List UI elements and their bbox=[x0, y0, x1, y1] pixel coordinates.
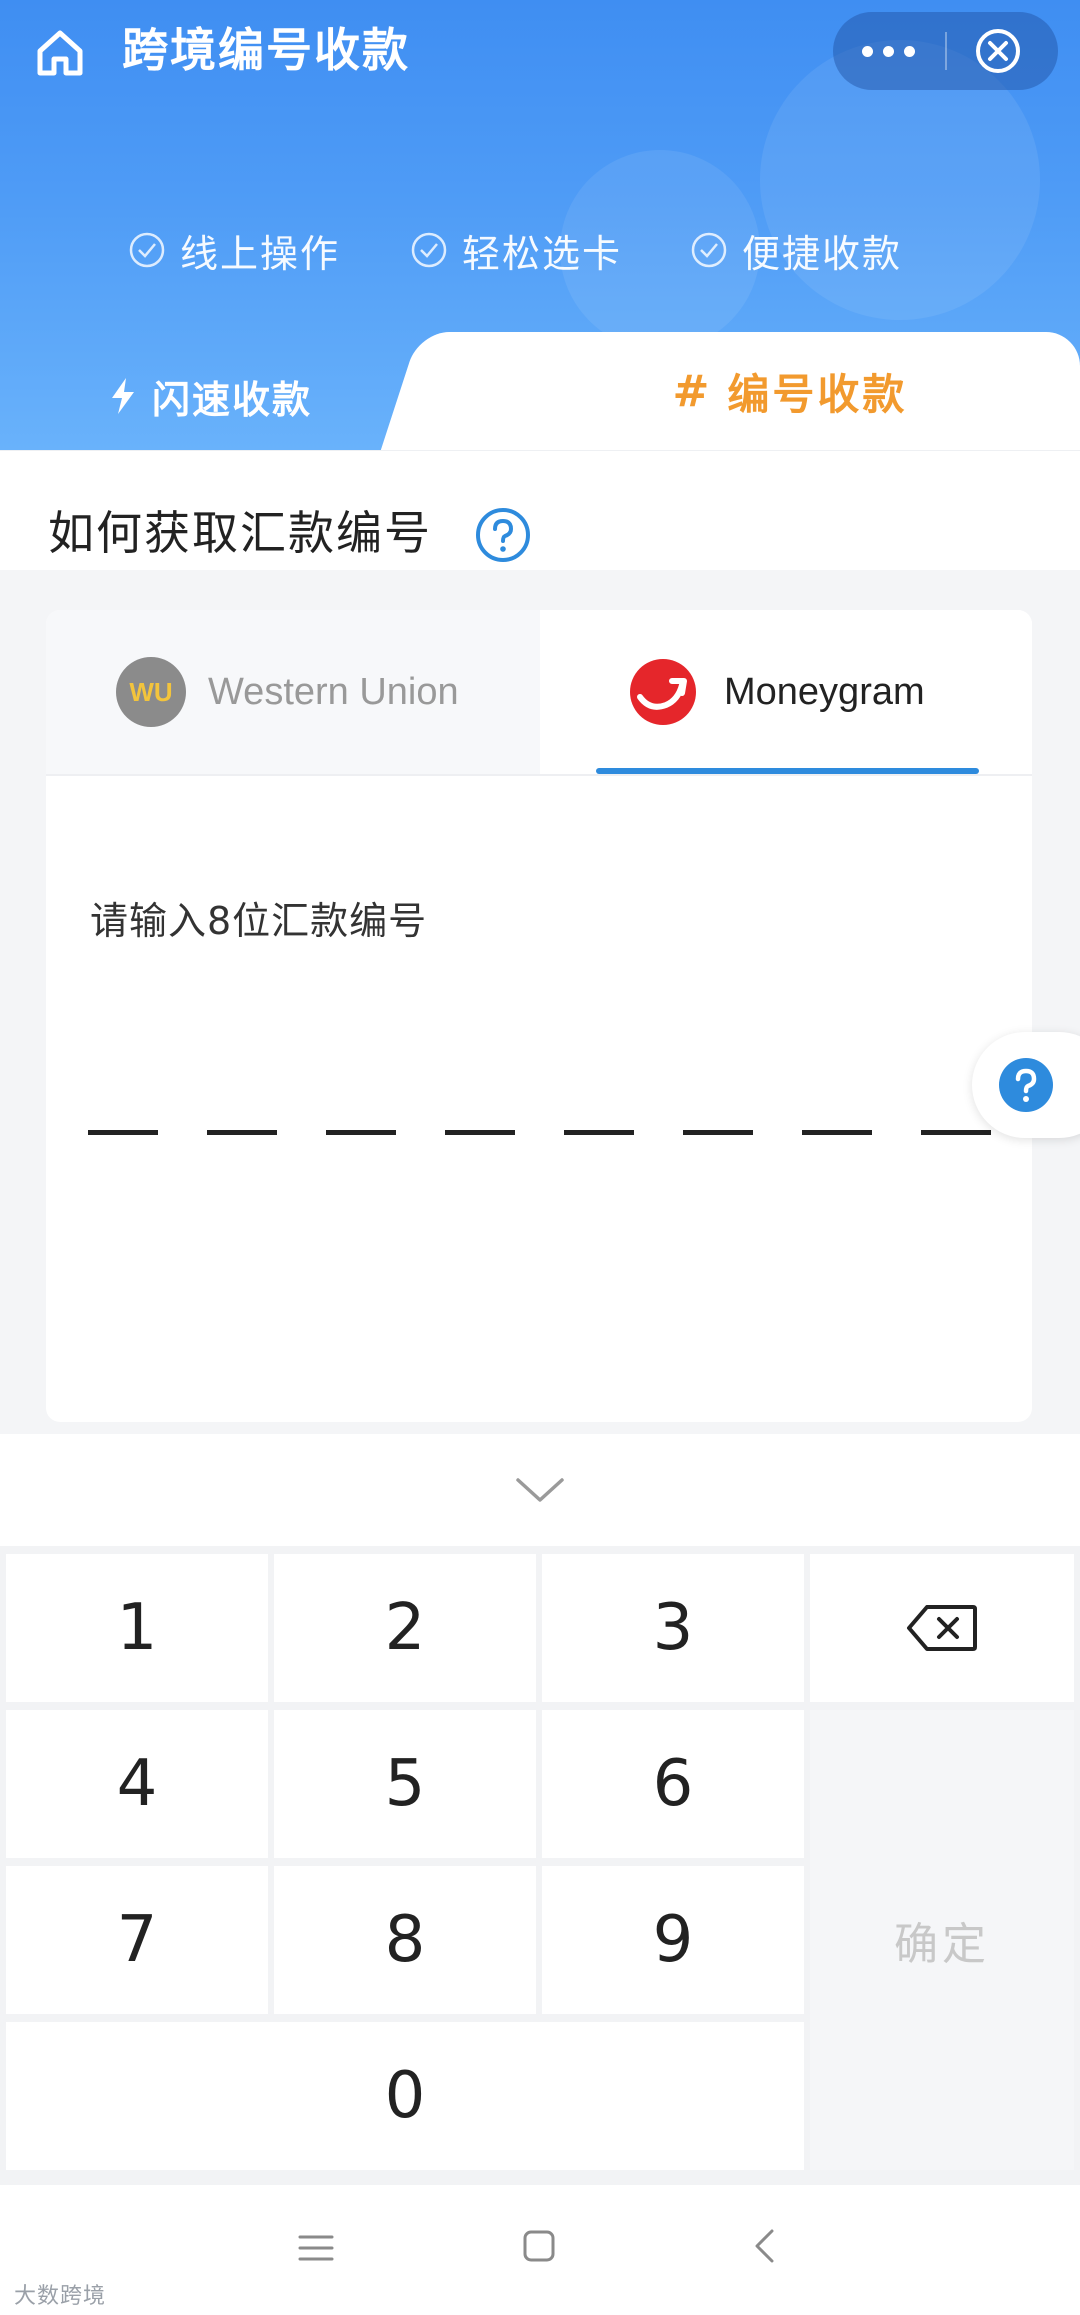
key-4[interactable]: 4 bbox=[6, 1710, 268, 1858]
feature-item: 便捷收款 bbox=[690, 220, 902, 280]
feature-label: 线上操作 bbox=[180, 231, 341, 276]
code-slot bbox=[445, 1130, 515, 1135]
menu-icon[interactable] bbox=[298, 2233, 334, 2263]
lightning-icon bbox=[111, 378, 134, 414]
key-2[interactable]: 2 bbox=[274, 1554, 536, 1702]
code-input[interactable] bbox=[88, 1130, 991, 1150]
header: 跨境编号收款 线上操作 轻松选卡 便捷收款 闪速收款 # 编号收款 bbox=[0, 0, 1080, 450]
home-icon[interactable] bbox=[34, 27, 86, 79]
backspace-icon bbox=[907, 1605, 977, 1651]
capsule-divider bbox=[945, 32, 947, 70]
code-slot bbox=[683, 1130, 753, 1135]
check-circle-icon bbox=[691, 232, 727, 268]
feature-item: 线上操作 bbox=[128, 220, 340, 280]
more-icon[interactable] bbox=[833, 12, 943, 90]
check-circle-icon bbox=[411, 232, 447, 268]
key-0[interactable]: 0 bbox=[6, 2022, 804, 2170]
key-5[interactable]: 5 bbox=[274, 1710, 536, 1858]
tab-moneygram[interactable]: Moneygram bbox=[540, 610, 1032, 774]
help-icon bbox=[999, 1058, 1053, 1112]
system-navigation-bar bbox=[0, 2185, 1080, 2315]
key-1[interactable]: 1 bbox=[6, 1554, 268, 1702]
code-slot bbox=[564, 1130, 634, 1135]
code-slot bbox=[326, 1130, 396, 1135]
tab-label: Western Union bbox=[208, 670, 459, 713]
tab-label: 编号收款 bbox=[727, 369, 908, 419]
feature-item: 轻松选卡 bbox=[410, 220, 622, 280]
floating-help-button[interactable] bbox=[972, 1032, 1080, 1138]
chevron-down-icon[interactable] bbox=[514, 1474, 566, 1506]
check-circle-icon bbox=[129, 232, 165, 268]
hash-icon: # bbox=[672, 365, 710, 417]
moneygram-logo bbox=[630, 659, 696, 725]
back-icon[interactable] bbox=[752, 2227, 776, 2265]
key-3[interactable]: 3 bbox=[542, 1554, 804, 1702]
confirm-button[interactable]: 确定 bbox=[810, 1710, 1074, 2170]
code-slot bbox=[207, 1130, 277, 1135]
tab-western-union[interactable]: WU Western Union bbox=[46, 610, 540, 774]
keypad-collapse-bar[interactable] bbox=[0, 1434, 1080, 1546]
page-title: 跨境编号收款 bbox=[122, 23, 410, 77]
tab-number-payment[interactable]: # 编号收款 bbox=[440, 332, 1080, 450]
code-slot bbox=[802, 1130, 872, 1135]
section-title: 如何获取汇款编号 bbox=[48, 506, 432, 560]
key-9[interactable]: 9 bbox=[542, 1866, 804, 2014]
western-union-logo: WU bbox=[116, 657, 186, 727]
code-slot bbox=[921, 1130, 991, 1135]
key-7[interactable]: 7 bbox=[6, 1866, 268, 2014]
numeric-keypad: 1 2 3 4 5 6 7 8 9 确定 0 bbox=[0, 1434, 1080, 2185]
watermark-text: 大数跨境 bbox=[14, 2284, 107, 2309]
backspace-key[interactable] bbox=[810, 1554, 1074, 1702]
tab-label: Moneygram bbox=[724, 670, 925, 713]
tab-label: 闪速收款 bbox=[151, 377, 312, 422]
key-6[interactable]: 6 bbox=[542, 1710, 804, 1858]
key-8[interactable]: 8 bbox=[274, 1866, 536, 2014]
mini-program-capsule bbox=[833, 12, 1058, 90]
keypad-keys: 1 2 3 4 5 6 7 8 9 确定 0 bbox=[0, 1546, 1080, 2185]
tab-divider bbox=[46, 774, 1032, 776]
help-icon[interactable] bbox=[474, 506, 532, 564]
feature-label: 轻松选卡 bbox=[462, 231, 623, 276]
feature-label: 便捷收款 bbox=[742, 231, 903, 276]
mode-tabs: 闪速收款 # 编号收款 bbox=[0, 332, 1080, 450]
input-prompt: 请输入8位汇款编号 bbox=[90, 899, 428, 943]
home-square-icon[interactable] bbox=[522, 2229, 556, 2263]
code-slot bbox=[88, 1130, 158, 1135]
remittance-card: WU Western Union Moneygram 请输入8位汇款编号 bbox=[46, 610, 1032, 1422]
feature-list: 线上操作 轻松选卡 便捷收款 bbox=[0, 220, 1080, 280]
close-icon[interactable] bbox=[973, 26, 1023, 76]
